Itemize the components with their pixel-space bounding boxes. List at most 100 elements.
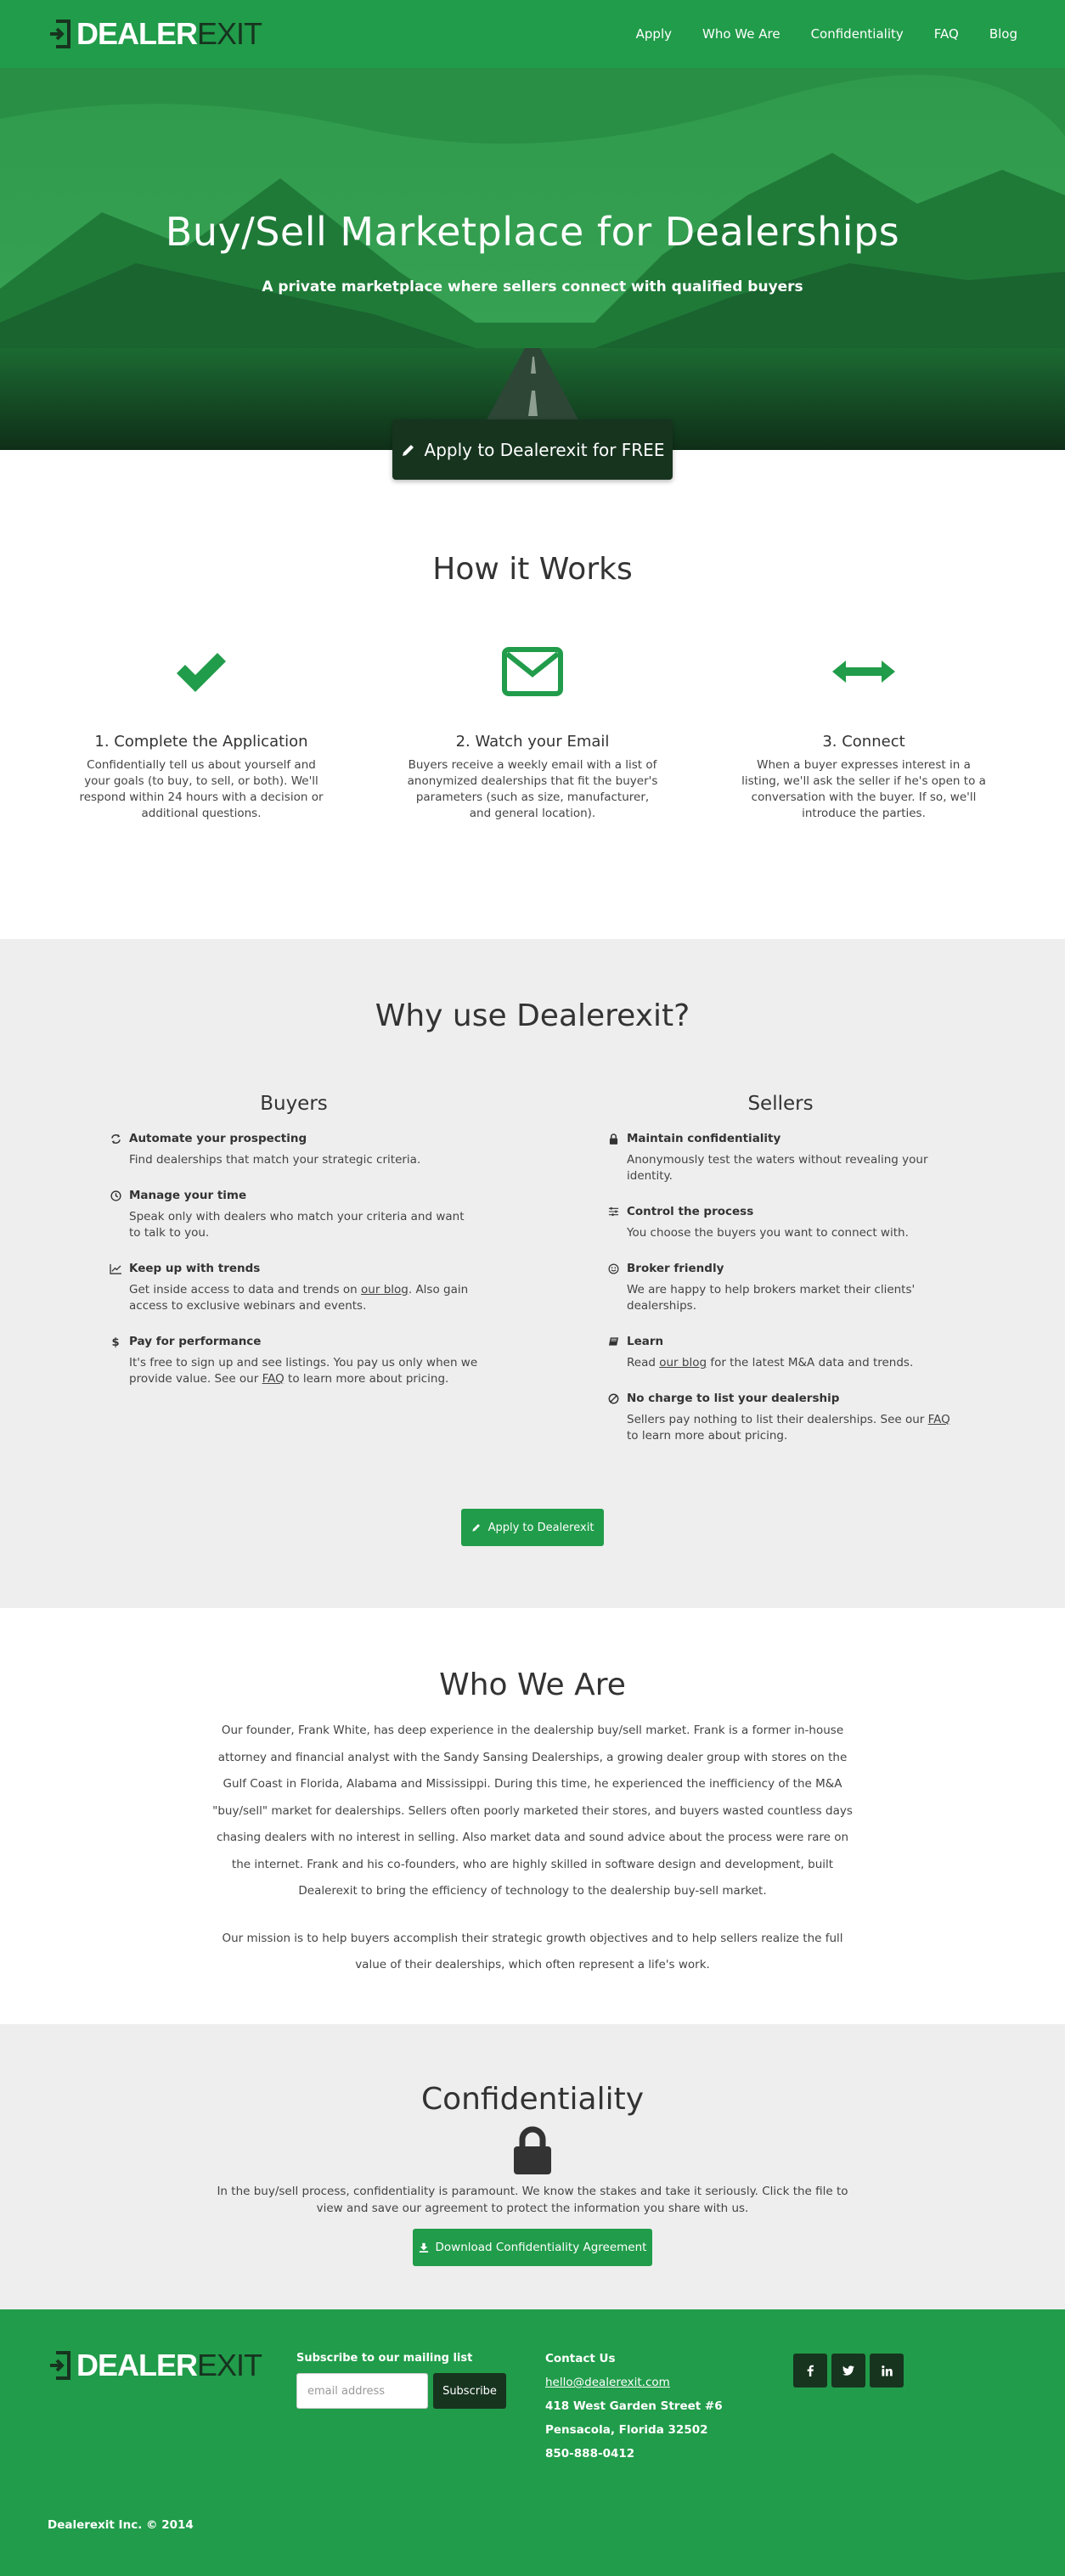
item-text: Speak only with dealers who match your c…: [129, 1210, 465, 1240]
how-step-title: 1. Complete the Application: [94, 733, 308, 751]
how-step: 3. Connect When a buyer expresses intere…: [698, 646, 1029, 822]
linkedin-icon: [881, 2365, 893, 2376]
smile-icon: [608, 1263, 618, 1274]
address-line-2: Pensacola, Florida 32502: [545, 2423, 708, 2437]
nav-confidentiality[interactable]: Confidentiality: [796, 26, 919, 42]
item-text: Get inside access to data and trends on: [129, 1283, 362, 1296]
sellers-column: Sellers Maintain confidentiality Anonymo…: [606, 1093, 955, 1465]
twitter-button[interactable]: [831, 2354, 865, 2388]
list-item: No charge to list your dealership Seller…: [606, 1392, 955, 1444]
list-item: Learn Read our blog for the latest M&A d…: [606, 1335, 955, 1371]
linkedin-button[interactable]: [870, 2354, 904, 2388]
logo-sub-text: EXIT: [197, 16, 262, 51]
how-step-title: 3. Connect: [822, 733, 905, 751]
how-step-title: 2. Watch your Email: [455, 733, 610, 751]
item-title: Maintain confidentiality: [627, 1132, 781, 1145]
envelope-icon: [502, 647, 563, 696]
how-it-works-section: How it Works 1. Complete the Application…: [0, 450, 1065, 939]
newsletter-label: Subscribe to our mailing list: [296, 2352, 473, 2365]
who-we-are-section: Who We Are Our founder, Frank White, has…: [0, 1608, 1065, 2024]
list-item: Control the process You choose the buyer…: [606, 1205, 955, 1241]
hero-subtitle: A private marketplace where sellers conn…: [262, 278, 803, 295]
buyers-heading: Buyers: [260, 1093, 328, 1115]
item-text: Sellers pay nothing to list their dealer…: [627, 1413, 928, 1426]
email-placeholder: email address: [307, 2384, 386, 2398]
sliders-icon: [608, 1206, 618, 1217]
how-step-text: Buyers receive a weekly email with a lis…: [407, 758, 658, 820]
item-title: No charge to list your dealership: [627, 1392, 840, 1405]
book-icon: [608, 1337, 618, 1346]
sellers-heading: Sellers: [747, 1093, 814, 1115]
list-item: Automate your prospecting Find dealershi…: [109, 1132, 479, 1168]
apply-button-label: Apply to Dealerexit: [487, 1521, 594, 1534]
email-input[interactable]: email address: [296, 2373, 428, 2409]
list-item: Manage your time Speak only with dealers…: [109, 1189, 479, 1241]
check-icon: [177, 653, 226, 692]
lock-icon: [514, 2126, 551, 2174]
why-title: Why use Dealerexit?: [375, 998, 690, 1033]
main-nav: Apply Who We Are Confidentiality FAQ Blo…: [621, 26, 1033, 42]
mission-paragraph: Our mission is to help buyers accomplish…: [222, 1931, 843, 1972]
logo-main-text: DEALER: [76, 16, 198, 51]
contact-email-link[interactable]: hello@dealerexit.com: [545, 2376, 670, 2389]
facebook-button[interactable]: [793, 2354, 827, 2388]
social-links: [793, 2354, 904, 2388]
dollar-icon: $: [111, 1336, 119, 1348]
item-title: Pay for performance: [129, 1335, 262, 1348]
list-item: Maintain confidentiality Anonymously tes…: [606, 1132, 955, 1184]
faq-link[interactable]: FAQ: [928, 1413, 950, 1426]
confidentiality-text: In the buy/sell process, confidentiality…: [217, 2185, 848, 2215]
phone-number: 850-888-0412: [545, 2447, 635, 2461]
download-icon: [419, 2242, 428, 2253]
navbar: DEALEREXIT Apply Who We Are Confidential…: [0, 0, 1065, 68]
double-arrow-icon: [832, 661, 895, 683]
item-text: for the latest M&A data and trends.: [707, 1356, 914, 1370]
footer: DEALEREXIT Subscribe to our mailing list…: [0, 2309, 1065, 2576]
apply-button[interactable]: Apply to Dealerexit: [461, 1509, 604, 1546]
facebook-icon: [807, 2365, 814, 2376]
copyright: Dealerexit Inc. © 2014: [48, 2518, 194, 2532]
logo[interactable]: DEALEREXIT: [48, 19, 262, 49]
item-title: Automate your prospecting: [129, 1132, 307, 1145]
ban-icon: [608, 1393, 618, 1403]
nav-faq[interactable]: FAQ: [919, 26, 974, 42]
list-item: Keep up with trends Get inside access to…: [109, 1262, 479, 1314]
how-step-text: Confidentially tell us about yourself an…: [79, 758, 324, 820]
address-line-1: 418 West Garden Street #6: [545, 2399, 723, 2413]
pencil-icon: [471, 1524, 480, 1532]
hero: Buy/Sell Marketplace for Dealerships A p…: [0, 68, 1065, 480]
how-step: 2. Watch your Email Buyers receive a wee…: [367, 646, 698, 822]
who-we-are-paragraph: Our founder, Frank White, has deep exper…: [212, 1724, 853, 1898]
blog-link[interactable]: our blog: [361, 1283, 409, 1296]
contact-info: Contact Us hello@dealerexit.com 418 West…: [545, 2352, 723, 2471]
exit-door-icon: [50, 20, 70, 48]
list-item: Broker friendly We are happy to help bro…: [606, 1262, 955, 1314]
how-step-text: When a buyer expresses interest in a lis…: [741, 758, 986, 820]
faq-link[interactable]: FAQ: [262, 1372, 285, 1386]
confidentiality-title: Confidentiality: [420, 2082, 645, 2117]
list-item: $ Pay for performance It's free to sign …: [109, 1335, 479, 1387]
item-title: Keep up with trends: [129, 1262, 261, 1275]
clock-icon: [110, 1190, 121, 1201]
newsletter-form: Subscribe to our mailing list email addr…: [296, 2352, 506, 2409]
nav-apply[interactable]: Apply: [621, 26, 687, 42]
item-text: Find dealerships that match your strateg…: [129, 1153, 421, 1167]
item-title: Learn: [627, 1335, 664, 1348]
item-text: Anonymously test the waters without reve…: [627, 1153, 928, 1183]
item-text: to learn more about pricing.: [627, 1429, 788, 1443]
item-title: Broker friendly: [627, 1262, 724, 1275]
item-text: We are happy to help brokers market thei…: [627, 1283, 916, 1313]
blog-link[interactable]: our blog: [659, 1356, 707, 1370]
item-title: Control the process: [627, 1205, 754, 1218]
logo-sub-text: EXIT: [197, 2348, 262, 2382]
subscribe-button[interactable]: Subscribe: [433, 2373, 506, 2409]
download-agreement-button[interactable]: Download Confidentiality Agreement: [413, 2229, 652, 2266]
refresh-icon: [110, 1133, 121, 1144]
nav-blog[interactable]: Blog: [974, 26, 1033, 42]
item-text: Read: [627, 1356, 660, 1370]
item-text: to learn more about pricing.: [284, 1372, 449, 1386]
nav-who-we-are[interactable]: Who We Are: [687, 26, 796, 42]
item-text: You choose the buyers you want to connec…: [627, 1226, 909, 1240]
hero-apply-button[interactable]: Apply to Dealerexit for FREE: [392, 419, 673, 480]
footer-logo[interactable]: DEALEREXIT: [48, 2350, 262, 2381]
